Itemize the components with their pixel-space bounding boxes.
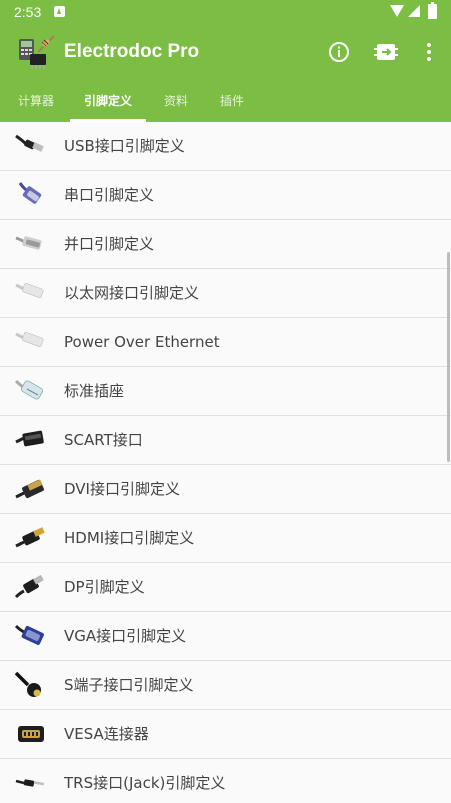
list-item-label: VGA接口引脚定义 bbox=[64, 627, 187, 645]
list-item-dvi[interactable]: DVI接口引脚定义 bbox=[0, 465, 451, 514]
hdmi-plug-icon bbox=[15, 527, 45, 548]
tab-label: 计算器 bbox=[17, 94, 54, 108]
list-item-socket[interactable]: 标准插座 bbox=[0, 367, 451, 416]
list-item-label: USB接口引脚定义 bbox=[64, 137, 185, 155]
list-item-scart[interactable]: SCART接口 bbox=[0, 416, 451, 465]
pin-icon bbox=[374, 44, 398, 60]
tab-resources[interactable]: 资料 bbox=[150, 84, 202, 122]
vesa-connector-icon bbox=[18, 726, 44, 742]
list-item-label: VESA连接器 bbox=[64, 725, 149, 743]
usb-cable-icon bbox=[15, 134, 44, 152]
poe-plug-icon bbox=[15, 332, 44, 347]
list-item-label: Power Over Ethernet bbox=[64, 333, 220, 351]
list-item-serial[interactable]: 串口引脚定义 bbox=[0, 171, 451, 220]
displayport-plug-icon bbox=[14, 574, 44, 599]
list-item-label: DVI接口引脚定义 bbox=[64, 480, 180, 498]
list-item-label: S端子接口引脚定义 bbox=[64, 676, 194, 694]
status-bar: 2:53 bbox=[0, 0, 451, 24]
list-item-hdmi[interactable]: HDMI接口引脚定义 bbox=[0, 514, 451, 563]
ethernet-plug-icon bbox=[15, 283, 44, 298]
dvi-plug-icon bbox=[15, 479, 44, 499]
list-item-vesa[interactable]: VESA连接器 bbox=[0, 710, 451, 759]
vga-plug-icon bbox=[14, 624, 44, 645]
list-item-parallel[interactable]: 并口引脚定义 bbox=[0, 220, 451, 269]
list-item-dp[interactable]: DP引脚定义 bbox=[0, 563, 451, 612]
list-item-label: DP引脚定义 bbox=[64, 578, 145, 596]
app-logo-icon bbox=[19, 35, 55, 69]
trs-jack-icon bbox=[15, 779, 45, 787]
app-bar: Electrodoc Pro 计算器 引脚定义 资料 插件 bbox=[0, 24, 451, 122]
info-icon bbox=[329, 42, 349, 62]
tab-label: 引脚定义 bbox=[83, 94, 132, 108]
info-button[interactable] bbox=[325, 38, 353, 66]
serial-port-icon bbox=[18, 182, 42, 204]
tab-label: 插件 bbox=[219, 94, 244, 108]
signal-icon bbox=[408, 5, 420, 17]
notification-icon bbox=[54, 6, 65, 17]
pinout-list[interactable]: USB接口引脚定义 串口引脚定义 并口引脚定义 以太网接口引脚定义 Power … bbox=[0, 122, 451, 803]
tab-bar: 计算器 引脚定义 资料 插件 bbox=[0, 84, 451, 122]
more-vert-icon bbox=[427, 43, 431, 61]
status-time: 2:53 bbox=[14, 4, 42, 20]
list-item-label: 标准插座 bbox=[64, 382, 125, 400]
list-item-ethernet[interactable]: 以太网接口引脚定义 bbox=[0, 269, 451, 318]
list-item-label: SCART接口 bbox=[64, 431, 143, 449]
app-title: Electrodoc Pro bbox=[64, 41, 200, 62]
tab-plugins[interactable]: 插件 bbox=[206, 84, 258, 122]
list-item-poe[interactable]: Power Over Ethernet bbox=[0, 318, 451, 367]
more-button[interactable] bbox=[415, 38, 443, 66]
scrollbar-thumb[interactable] bbox=[447, 252, 450, 462]
s-video-plug-icon bbox=[14, 671, 41, 697]
pinout-button[interactable] bbox=[372, 38, 400, 66]
battery-icon bbox=[428, 2, 437, 19]
list-item-vga[interactable]: VGA接口引脚定义 bbox=[0, 612, 451, 661]
scart-plug-icon bbox=[15, 430, 44, 447]
parallel-port-icon bbox=[15, 236, 42, 250]
wifi-icon bbox=[390, 5, 404, 17]
list-item-label: 串口引脚定义 bbox=[64, 186, 155, 204]
list-item-label: HDMI接口引脚定义 bbox=[64, 529, 195, 547]
tab-label: 资料 bbox=[163, 94, 188, 108]
standard-socket-icon bbox=[14, 379, 43, 400]
tab-pinouts[interactable]: 引脚定义 bbox=[70, 84, 146, 122]
list-item-trs[interactable]: TRS接口(Jack)引脚定义 bbox=[0, 759, 451, 803]
list-item-svideo[interactable]: S端子接口引脚定义 bbox=[0, 661, 451, 710]
list-item-usb[interactable]: USB接口引脚定义 bbox=[0, 122, 451, 171]
tab-calculator[interactable]: 计算器 bbox=[4, 84, 68, 122]
list-item-label: 并口引脚定义 bbox=[64, 235, 155, 253]
list-item-label: TRS接口(Jack)引脚定义 bbox=[64, 774, 226, 792]
list-item-label: 以太网接口引脚定义 bbox=[64, 284, 200, 302]
